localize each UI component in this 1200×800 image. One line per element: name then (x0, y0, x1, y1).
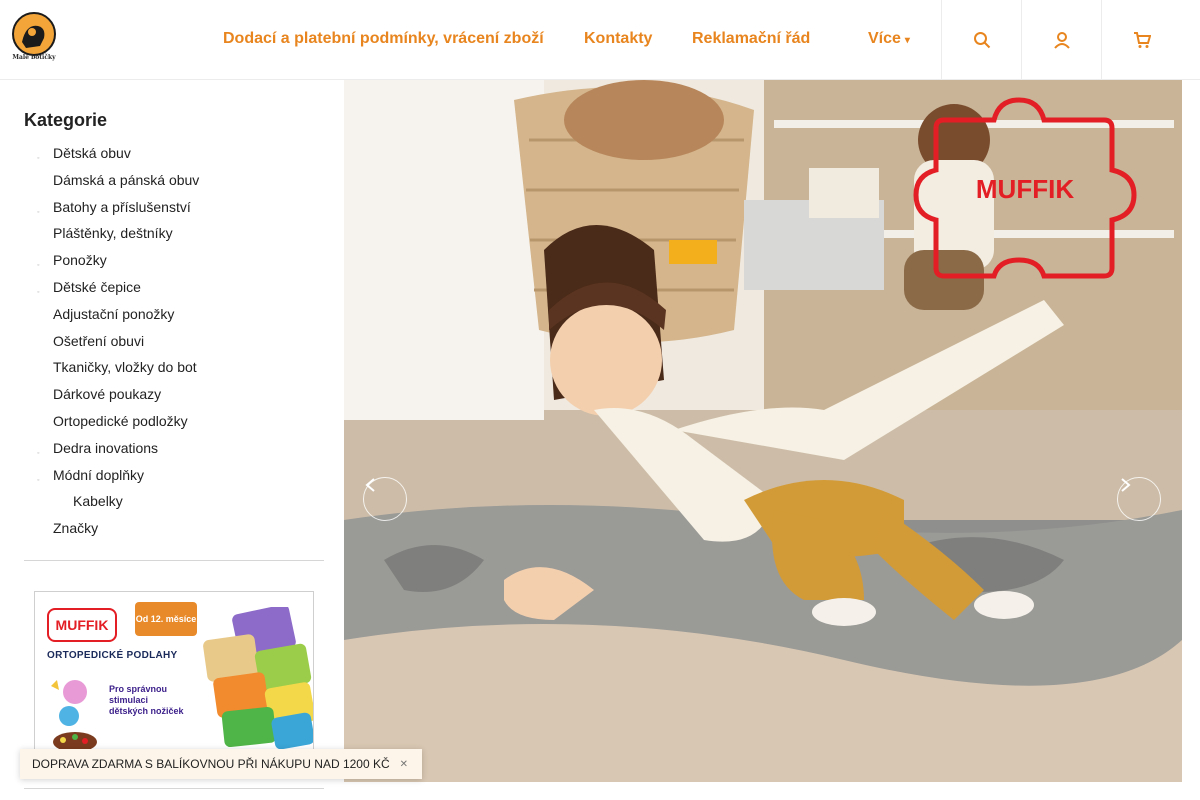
category-item[interactable]: Ortopedické podložky (24, 411, 324, 438)
bullet-icon: ◦ (37, 449, 40, 457)
nav-link-delivery[interactable]: Dodací a platební podmínky, vrácení zbož… (223, 30, 544, 48)
chevron-left-icon (365, 478, 375, 492)
category-label: Pláštěnky, deštníky (53, 225, 173, 242)
logo-text: Malé botičky (12, 54, 56, 61)
cart-icon (1133, 32, 1151, 48)
category-item[interactable]: Ošetření obuvi (24, 331, 324, 358)
sidebar-divider (24, 560, 324, 561)
site-logo[interactable]: Malé botičky (10, 12, 58, 64)
sidebar-divider-bottom (24, 788, 324, 789)
category-label: Značky (53, 520, 99, 537)
nav-link-contacts[interactable]: Kontakty (584, 30, 652, 48)
cart-button[interactable] (1101, 0, 1181, 80)
search-icon (973, 32, 990, 49)
category-item[interactable]: Dámská a pánská obuv (24, 170, 324, 197)
user-icon (1053, 32, 1070, 49)
banner-brand-logo: MUFFIK (47, 608, 117, 642)
category-label: Dětské čepice (53, 278, 141, 295)
bullet-icon: ◦ (37, 262, 40, 270)
hero-slider[interactable]: MUFFIK (344, 80, 1182, 782)
muffik-banner[interactable]: MUFFIK Od 12. měsíce ORTOPEDICKÉ PODLAHY… (34, 591, 314, 756)
category-item[interactable]: Adjustační ponožky (24, 304, 324, 331)
category-label: Ošetření obuvi (53, 332, 145, 349)
category-label: Adjustační ponožky (53, 305, 175, 322)
close-icon[interactable]: ✕ (400, 759, 408, 770)
account-button[interactable] (1021, 0, 1101, 80)
category-list: ◦ Dětská obuv Dámská a pánská obuv ◦ Batohy … (24, 143, 324, 545)
category-label: Ponožky (53, 252, 107, 269)
category-label: Dámská a pánská obuv (53, 171, 200, 188)
bullet-icon: ◦ (37, 288, 40, 296)
puzzle-mats-graphic (203, 607, 313, 750)
category-item[interactable]: ◦ Dětské čepice (24, 277, 324, 304)
category-item[interactable]: Dárkové poukazy (24, 384, 324, 411)
nav-link-complaints[interactable]: Reklamační řád (692, 30, 810, 48)
bird-turtle-illustration (51, 680, 97, 752)
category-label: Tkaničky, vložky do bot (53, 359, 197, 376)
banner-text: Pro správnou stimulaci dětských nožiček (109, 684, 184, 716)
bullet-icon: ◦ (37, 155, 40, 162)
category-item[interactable]: Tkaničky, vložky do bot (24, 357, 324, 384)
site-header: Malé botičky Dodací a platební podmínky,… (0, 0, 1200, 80)
categories-heading: Kategorie (24, 110, 108, 130)
category-label: Dárkové poukazy (53, 386, 162, 403)
search-button[interactable] (941, 0, 1021, 80)
category-item[interactable]: Kabelky (24, 491, 324, 518)
category-item[interactable]: ◦ Batohy a příslušenství (24, 197, 324, 224)
category-item[interactable]: ◦ Módní doplňky (24, 465, 324, 492)
free-shipping-bar[interactable]: DOPRAVA ZDARMA S BALÍKOVNOU PŘI NÁKUPU N… (20, 749, 422, 779)
nav-link-more[interactable]: Více ▾ (868, 30, 910, 48)
hero-image: MUFFIK (344, 80, 1182, 782)
bullet-icon: ◦ (37, 476, 40, 484)
category-label: Batohy a příslušenství (53, 198, 191, 215)
category-label: Kabelky (73, 493, 123, 510)
category-item[interactable]: ◦ Ponožky (24, 250, 324, 277)
category-item[interactable]: Pláštěnky, deštníky (24, 223, 324, 250)
banner-title: ORTOPEDICKÉ PODLAHY (47, 650, 178, 661)
category-label: Dětská obuv (53, 145, 131, 161)
category-label: Ortopedické podložky (53, 412, 188, 429)
slider-next-button[interactable] (1117, 477, 1161, 521)
category-item[interactable]: ◦ Dedra inovations (24, 438, 324, 465)
hero-brand-text: MUFFIK (976, 174, 1074, 204)
category-label: Dedra inovations (53, 439, 159, 456)
category-item[interactable]: Značky (24, 518, 324, 545)
category-item[interactable]: ◦ Dětská obuv (24, 143, 324, 170)
bullet-icon: ◦ (37, 208, 40, 216)
category-label: Módní doplňky (53, 466, 145, 483)
slider-prev-button[interactable] (363, 477, 407, 521)
free-shipping-text: DOPRAVA ZDARMA S BALÍKOVNOU PŘI NÁKUPU N… (32, 757, 390, 771)
chevron-down-icon: ▾ (904, 35, 910, 46)
chevron-right-icon (1121, 478, 1131, 492)
nav-more-label: Více (868, 30, 901, 47)
